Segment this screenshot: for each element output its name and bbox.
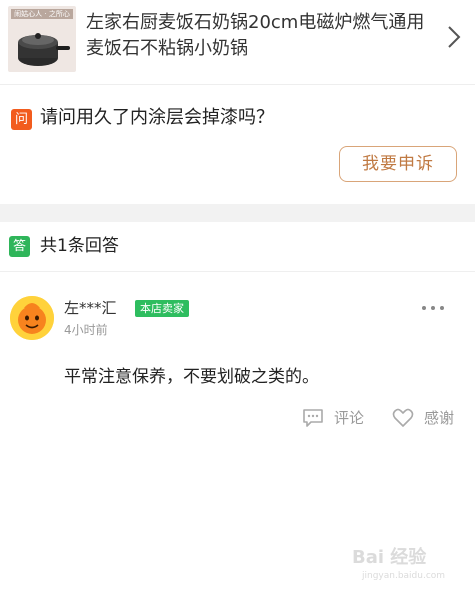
question-text: 请问用久了内涂层会掉漆吗？ bbox=[40, 107, 274, 128]
answers-header: 答 共1条回答 bbox=[0, 222, 475, 272]
answer-count: 共1条回答 bbox=[40, 236, 119, 256]
section-divider bbox=[0, 204, 475, 222]
chevron-right-icon[interactable] bbox=[444, 24, 464, 50]
more-dot bbox=[422, 306, 426, 310]
thanks-button[interactable]: 感谢 bbox=[392, 406, 472, 430]
product-thumbnail[interactable]: 闹姑心人 · 之所心 bbox=[8, 6, 76, 72]
seller-badge: 本店卖家 bbox=[135, 300, 189, 317]
more-dot bbox=[431, 306, 435, 310]
comment-button[interactable]: 评论 bbox=[302, 406, 382, 430]
milk-pot-image bbox=[18, 33, 70, 66]
mascot-avatar-icon bbox=[10, 296, 54, 340]
avatar[interactable] bbox=[10, 296, 54, 340]
answer-text: 平常注意保养，不要划破之类的。 bbox=[64, 367, 319, 387]
more-dot bbox=[440, 306, 444, 310]
comment-icon bbox=[303, 409, 323, 427]
thumbnail-banner-text: 闹姑心人 · 之所心 bbox=[11, 9, 73, 19]
comment-label: 评论 bbox=[334, 409, 365, 427]
answer-time: 4小时前 bbox=[64, 323, 108, 337]
watermark-text: Bai 经验 bbox=[352, 547, 427, 568]
baidu-jingyan-watermark: Bai 经验 jingyan.baidu.com bbox=[352, 545, 462, 585]
product-row[interactable]: 闹姑心人 · 之所心 左家右厨麦饭石奶锅20cm电磁炉燃气通用麦饭石不粘锅小奶锅 bbox=[0, 0, 475, 84]
user-name[interactable]: 左***汇 bbox=[64, 298, 117, 318]
answer-badge: 答 bbox=[9, 236, 30, 257]
question-badge: 问 bbox=[11, 109, 32, 130]
product-title[interactable]: 左家右厨麦饭石奶锅20cm电磁炉燃气通用麦饭石不粘锅小奶锅 bbox=[86, 10, 436, 62]
question-section: 问 请问用久了内涂层会掉漆吗？ 我要申诉 bbox=[0, 84, 475, 204]
heart-hand-icon bbox=[392, 408, 414, 427]
more-icon[interactable] bbox=[422, 304, 444, 312]
watermark-url: jingyan.baidu.com bbox=[362, 571, 446, 581]
complain-button[interactable]: 我要申诉 bbox=[339, 146, 457, 182]
thanks-label: 感谢 bbox=[424, 409, 455, 427]
